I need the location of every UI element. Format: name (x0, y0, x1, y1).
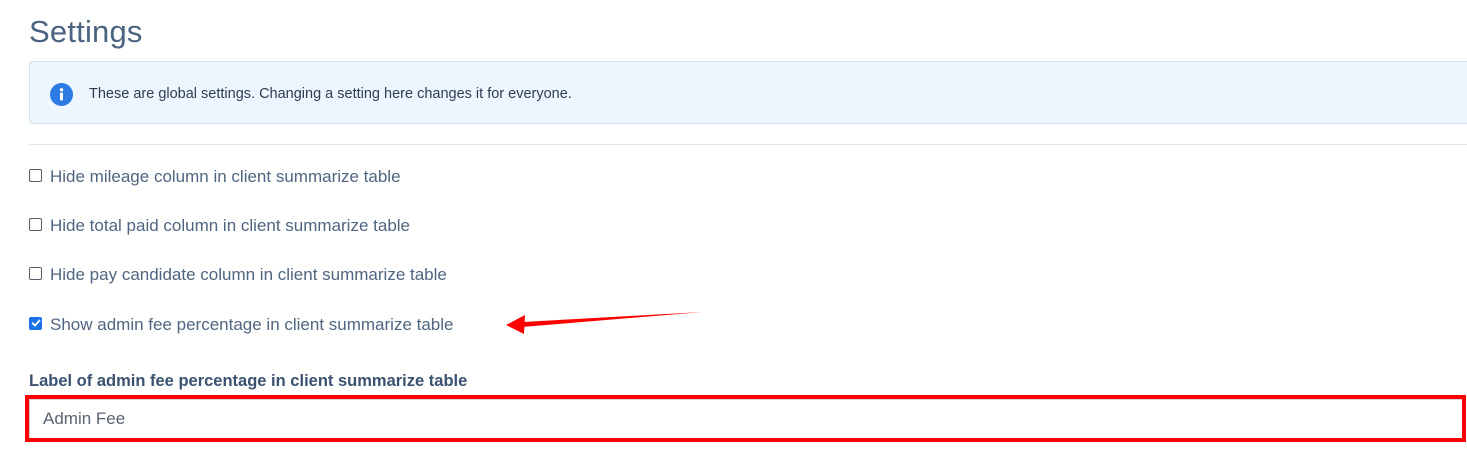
hide-pay-candidate-checkbox[interactable] (29, 266, 42, 280)
show-admin-fee-checkbox[interactable] (29, 316, 42, 330)
hide-pay-candidate-option[interactable]: Hide pay candidate column in client summ… (29, 265, 447, 285)
annotation-arrow-icon (506, 312, 702, 334)
hide-mileage-label: Hide mileage column in client summarize … (50, 167, 401, 186)
settings-page: Settings These are global settings. Chan… (0, 0, 1467, 459)
divider (29, 144, 1467, 145)
hide-total-paid-label: Hide total paid column in client summari… (50, 216, 411, 235)
hide-pay-candidate-label: Hide pay candidate column in client summ… (50, 265, 447, 284)
info-alert: These are global settings. Changing a se… (29, 61, 1467, 124)
hide-mileage-checkbox[interactable] (29, 168, 42, 182)
alert-text: These are global settings. Changing a se… (89, 86, 572, 102)
page-title: Settings (29, 14, 143, 49)
show-admin-fee-label: Show admin fee percentage in client summ… (50, 315, 454, 334)
hide-total-paid-option[interactable]: Hide total paid column in client summari… (29, 216, 410, 236)
info-icon (50, 83, 73, 106)
admin-fee-label-input[interactable] (29, 399, 1464, 439)
admin-fee-label-heading: Label of admin fee percentage in client … (29, 372, 468, 390)
hide-total-paid-checkbox[interactable] (29, 217, 42, 231)
show-admin-fee-option[interactable]: Show admin fee percentage in client summ… (29, 315, 454, 335)
hide-mileage-option[interactable]: Hide mileage column in client summarize … (29, 167, 401, 187)
checkmark-icon (31, 319, 40, 327)
